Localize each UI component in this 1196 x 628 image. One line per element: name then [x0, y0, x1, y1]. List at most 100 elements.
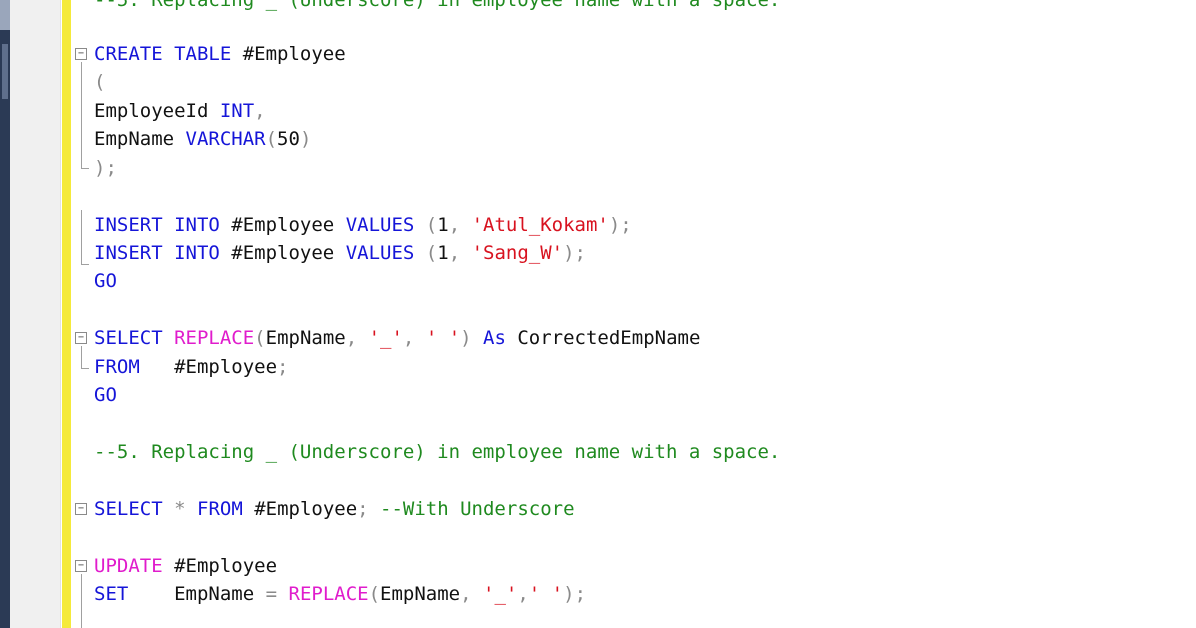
- collapse-region-icon[interactable]: −: [75, 48, 87, 60]
- code-token: #Employee: [219, 214, 346, 236]
- code-token: (: [254, 327, 266, 349]
- code-text: --5. Replacing _ (Underscore) in employe…: [94, 0, 780, 14]
- code-token: ,: [402, 327, 426, 349]
- code-token: ): [299, 128, 312, 150]
- code-token: FROM: [94, 356, 140, 378]
- code-token: VARCHAR: [185, 128, 266, 150]
- code-token: EmpName: [128, 583, 266, 605]
- fold-guide-end: [81, 368, 89, 369]
- code-text: SELECT * FROM #Employee; --With Undersco…: [94, 495, 575, 523]
- code-token: INTO: [174, 214, 220, 236]
- code-token: SELECT: [94, 498, 163, 520]
- code-token: VALUES: [345, 214, 415, 236]
- side-panel-scroll-thumb[interactable]: [2, 44, 8, 99]
- fold-guide: [81, 346, 82, 368]
- code-token: ,: [460, 583, 484, 605]
- code-token: #Employee: [231, 43, 346, 65]
- code-token: 'Sang_W': [471, 242, 564, 264]
- code-token: ;: [357, 498, 381, 520]
- fold-guide: [81, 210, 82, 264]
- code-text: UPDATE #Employee: [94, 552, 277, 580]
- code-token: EmployeeId: [94, 100, 220, 122]
- code-token: );: [608, 214, 632, 236]
- side-panel-tab[interactable]: [0, 0, 10, 30]
- code-text: (: [94, 68, 105, 96]
- code-text: CREATE TABLE #Employee: [94, 40, 346, 68]
- code-token: --5. Replacing _ (Underscore) in employe…: [94, 0, 781, 11]
- fold-guide-end: [81, 168, 89, 169]
- code-token: 1: [437, 214, 449, 236]
- code-token: GO: [94, 384, 117, 406]
- code-token: REPLACE: [288, 583, 369, 605]
- change-tracking-bar: [62, 0, 71, 628]
- code-token: SET: [94, 583, 129, 605]
- collapse-region-icon[interactable]: −: [75, 332, 87, 344]
- code-text: INSERT INTO #Employee VALUES (1, 'Sang_W…: [94, 239, 586, 267]
- code-token: ,: [448, 242, 472, 264]
- code-token: ,: [254, 100, 266, 122]
- code-token: ,: [448, 214, 472, 236]
- fold-guide: [81, 574, 82, 628]
- code-text: );: [94, 154, 117, 182]
- code-token: TABLE: [174, 43, 232, 65]
- code-token: #Employee: [139, 356, 278, 378]
- code-text: EmployeeId INT,: [94, 97, 266, 125]
- code-token: ;: [277, 356, 289, 378]
- code-token: VALUES: [345, 242, 415, 264]
- code-token: INSERT: [94, 214, 163, 236]
- code-token: ,: [517, 583, 529, 605]
- code-token: CorrectedEmpName: [505, 327, 701, 349]
- code-text: GO: [94, 267, 117, 295]
- code-token: INT: [219, 100, 255, 122]
- collapse-region-icon[interactable]: −: [75, 503, 87, 515]
- code-token: (: [368, 583, 381, 605]
- code-token: INSERT: [94, 242, 163, 264]
- code-token: --With Underscore: [380, 498, 575, 520]
- code-token: '_': [368, 327, 403, 349]
- code-token: );: [563, 242, 586, 264]
- code-token: GO: [94, 270, 117, 292]
- code-token: =: [265, 583, 278, 605]
- code-token: INTO: [174, 242, 220, 264]
- code-token: SELECT: [94, 327, 163, 349]
- code-token: EmpName: [265, 327, 346, 349]
- code-token: '_': [483, 583, 518, 605]
- collapse-region-icon[interactable]: −: [75, 560, 87, 572]
- code-token: (: [265, 128, 278, 150]
- code-token: EmpName: [380, 583, 461, 605]
- code-token: (: [414, 242, 438, 264]
- code-token: ' ': [425, 327, 461, 349]
- code-token: UPDATE: [94, 555, 163, 577]
- code-text: FROM #Employee;: [94, 353, 289, 381]
- code-token: As: [483, 327, 506, 349]
- code-token: 1: [437, 242, 449, 264]
- sql-code-editor[interactable]: --5. Replacing _ (Underscore) in employe…: [72, 0, 1196, 628]
- fold-guide: [81, 62, 82, 168]
- code-token: );: [563, 583, 587, 605]
- code-token: #Employee: [162, 555, 278, 577]
- code-token: );: [94, 157, 117, 179]
- side-panel-strip: [0, 0, 10, 628]
- editor-gutter: [10, 0, 61, 628]
- code-token: CREATE: [94, 43, 163, 65]
- code-text: SET EmpName = REPLACE(EmpName, '_',' ');: [94, 580, 586, 608]
- code-text: INSERT INTO #Employee VALUES (1, 'Atul_K…: [94, 211, 632, 239]
- fold-guide-end: [81, 264, 89, 265]
- code-token: ' ': [528, 583, 564, 605]
- code-token: *: [174, 498, 186, 520]
- code-token: EmpName: [94, 128, 186, 150]
- code-token: ,: [345, 327, 369, 349]
- code-text: --5. Replacing _ (Underscore) in employe…: [94, 438, 780, 466]
- code-token: FROM: [197, 498, 243, 520]
- code-text: EmpName VARCHAR(50): [94, 125, 311, 153]
- code-token: (: [414, 214, 438, 236]
- code-token: 50: [277, 128, 300, 150]
- code-token: (: [94, 71, 106, 93]
- code-token: #Employee: [219, 242, 346, 264]
